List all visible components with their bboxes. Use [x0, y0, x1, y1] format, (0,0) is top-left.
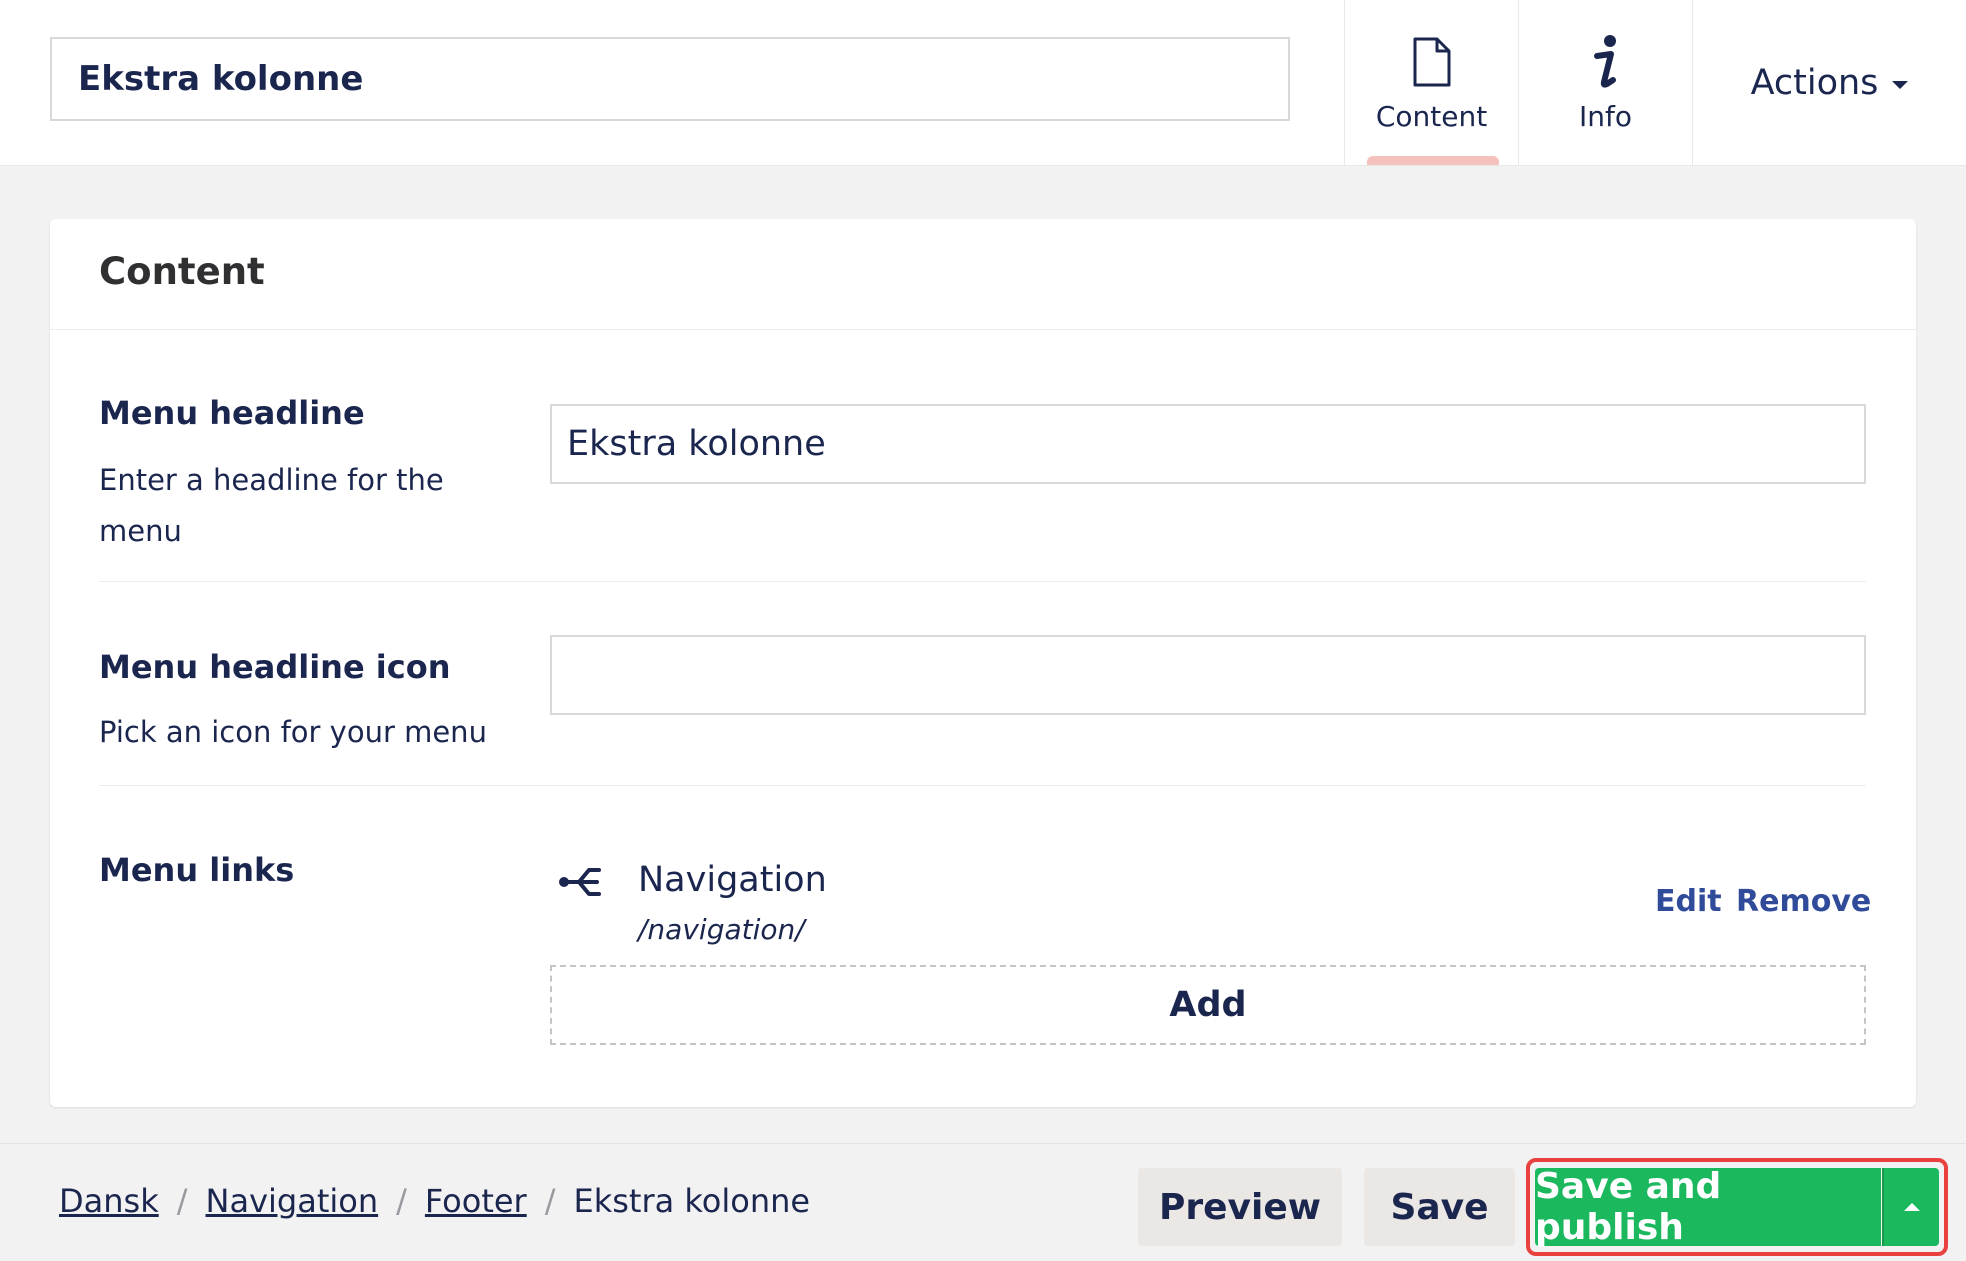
document-icon: [1345, 34, 1518, 90]
tab-info-label: Info: [1579, 100, 1632, 133]
info-icon: [1519, 34, 1692, 90]
breadcrumb-current: Ekstra kolonne: [573, 1182, 811, 1220]
save-and-publish-button[interactable]: Save and publish: [1535, 1166, 1881, 1248]
editor-footer: Dansk / Navigation / Footer / Ekstra kol…: [0, 1143, 1966, 1261]
edit-link-button[interactable]: Edit: [1655, 884, 1722, 919]
save-button[interactable]: Save: [1364, 1168, 1515, 1246]
node-name-input[interactable]: [50, 37, 1290, 121]
breadcrumb-item-dansk[interactable]: Dansk: [59, 1182, 159, 1220]
breadcrumb-separator: /: [176, 1182, 188, 1220]
editor-header: Content Info Actions: [0, 0, 1966, 166]
tab-content-label: Content: [1375, 100, 1488, 133]
group-title: Content: [99, 250, 265, 293]
actions-label: Actions: [1750, 62, 1879, 103]
actions-menu: Actions: [1692, 0, 1966, 165]
breadcrumb-item-navigation[interactable]: Navigation: [206, 1182, 379, 1220]
breadcrumb-separator: /: [396, 1182, 407, 1220]
preview-button[interactable]: Preview: [1138, 1168, 1342, 1246]
sitemap-icon: [559, 868, 601, 896]
breadcrumb-separator: /: [544, 1182, 556, 1220]
property-divider: [99, 785, 1866, 786]
menu-headline-input[interactable]: [550, 404, 1866, 484]
breadcrumb-item-footer[interactable]: Footer: [425, 1182, 527, 1220]
menu-headline-icon-input[interactable]: [550, 635, 1866, 715]
breadcrumb: Dansk / Navigation / Footer / Ekstra kol…: [59, 1182, 810, 1220]
remove-link-button[interactable]: Remove: [1736, 884, 1871, 919]
tab-content[interactable]: Content: [1344, 0, 1518, 165]
active-tab-indicator: [1367, 156, 1499, 165]
caret-down-icon: [1892, 80, 1909, 89]
actions-button[interactable]: Actions: [1693, 0, 1966, 165]
publish-options-button[interactable]: [1882, 1168, 1939, 1246]
menu-headline-label: Menu headline: [99, 394, 365, 432]
tab-info[interactable]: Info: [1518, 0, 1692, 165]
menu-link-name: Navigation: [638, 860, 827, 900]
menu-link-url: /navigation/: [638, 913, 805, 946]
caret-up-icon: [1903, 1203, 1920, 1211]
menu-headline-icon-description: Pick an icon for your menu: [99, 715, 487, 749]
property-divider: [99, 581, 1866, 582]
menu-headline-icon-label: Menu headline icon: [99, 648, 451, 686]
menu-links-label: Menu links: [99, 851, 295, 889]
group-header: Content: [50, 219, 1916, 330]
menu-headline-description: Enter a headline for the menu: [99, 463, 444, 548]
add-link-button[interactable]: Add: [550, 965, 1866, 1045]
content-group-box: Content Menu headline Enter a headline f…: [50, 219, 1916, 1107]
